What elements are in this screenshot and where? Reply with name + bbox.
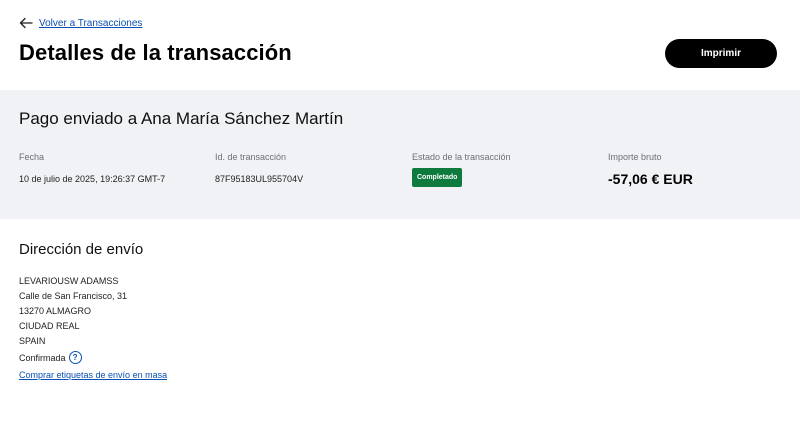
- address-line-country: SPAIN: [19, 336, 46, 346]
- address-line-postal: 13270 ALMAGRO: [19, 306, 92, 316]
- address-block: LEVARIOUSW ADAMSS Calle de San Francisco…: [19, 274, 167, 349]
- confirmed-label: Confirmada: [19, 352, 66, 363]
- payment-title: Pago enviado a Ana María Sánchez Martín: [19, 109, 344, 128]
- transaction-id-value: 87F95183UL955704V: [215, 174, 304, 184]
- status-badge: Completado: [412, 168, 463, 187]
- page-title: Detalles de la transacción: [19, 40, 292, 65]
- amount-field: Importe bruto -57,06 € EUR: [608, 152, 693, 187]
- page-header: Volver a Transacciones Detalles de la tr…: [0, 0, 800, 90]
- question-circle-icon[interactable]: ?: [68, 351, 82, 364]
- status-label: Estado de la transacción: [412, 152, 511, 162]
- shipping-title: Dirección de envío: [19, 241, 144, 258]
- date-field: Fecha 10 de julio de 2025, 19:26:37 GMT-…: [19, 152, 165, 184]
- status-field: Estado de la transacción Completado: [412, 152, 511, 187]
- address-line-name: LEVARIOUSW ADAMSS: [19, 276, 119, 286]
- shipping-address-section: Dirección de envío LEVARIOUSW ADAMSS Cal…: [19, 241, 167, 380]
- address-line-street: Calle de San Francisco, 31: [19, 291, 128, 301]
- back-to-transactions-link[interactable]: Volver a Transacciones: [19, 16, 142, 30]
- date-label: Fecha: [19, 152, 45, 162]
- confirmed-row: Confirmada ?: [19, 351, 167, 364]
- address-line-province: CIUDAD REAL: [19, 321, 80, 331]
- arrow-left-icon: [19, 17, 33, 29]
- amount-label: Importe bruto: [608, 152, 662, 162]
- transaction-summary: Pago enviado a Ana María Sánchez Martín …: [0, 90, 800, 219]
- date-value: 10 de julio de 2025, 19:26:37 GMT-7: [19, 174, 166, 184]
- transaction-id-label: Id. de transacción: [215, 152, 287, 162]
- bulk-shipping-labels-link[interactable]: Comprar etiquetas de envío en masa: [19, 370, 167, 380]
- print-button[interactable]: Imprimir: [665, 39, 777, 68]
- amount-value: -57,06 € EUR: [608, 171, 693, 187]
- back-link-label[interactable]: Volver a Transacciones: [39, 18, 142, 29]
- transaction-id-field: Id. de transacción 87F95183UL955704V: [215, 152, 303, 184]
